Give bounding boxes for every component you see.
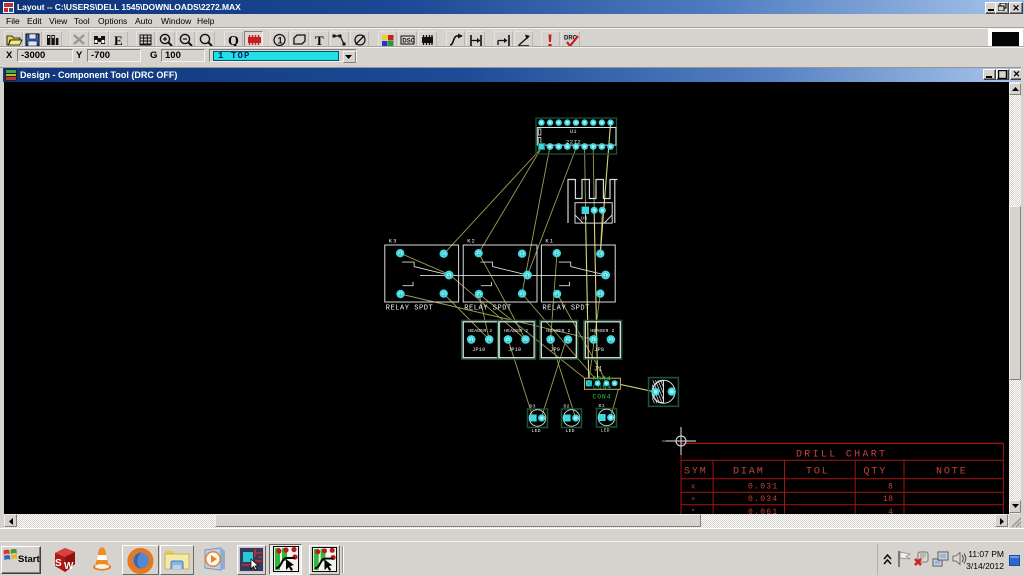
svg-text:HEADER 2: HEADER 2 xyxy=(546,328,570,334)
svg-text:TOL: TOL xyxy=(806,467,830,478)
svg-text:CON4: CON4 xyxy=(593,394,612,401)
svg-text:CON4: CON4 xyxy=(593,376,612,383)
svg-text:E: E xyxy=(114,33,123,47)
svg-text:2: 2 xyxy=(610,338,613,343)
svg-text:18: 18 xyxy=(883,495,894,504)
svg-text:2: 2 xyxy=(399,252,402,257)
svg-text:4: 4 xyxy=(478,293,481,298)
svg-text:JP9: JP9 xyxy=(550,347,560,353)
svg-text:1: 1 xyxy=(448,274,451,279)
svg-text:U1: U1 xyxy=(570,129,577,135)
svg-text:J1: J1 xyxy=(594,366,603,373)
svg-text:HEADER 2: HEADER 2 xyxy=(504,328,528,334)
svg-text:U5: U5 xyxy=(581,216,588,222)
svg-text:2: 2 xyxy=(524,338,527,343)
svg-text:2: 2 xyxy=(477,252,480,257)
svg-text:DSC: DSC xyxy=(402,39,415,45)
svg-text:1: 1 xyxy=(470,338,473,343)
svg-text:NOTE: NOTE xyxy=(936,467,968,478)
svg-text:LED: LED xyxy=(532,428,541,434)
svg-text:2: 2 xyxy=(567,338,570,343)
svg-text:1: 1 xyxy=(278,35,283,45)
svg-text:2272: 2272 xyxy=(566,139,581,146)
svg-text:1: 1 xyxy=(549,338,552,343)
svg-text:5: 5 xyxy=(442,253,445,258)
svg-text:JP10: JP10 xyxy=(472,347,485,353)
svg-text:RELAY SPDT: RELAY SPDT xyxy=(542,305,590,313)
svg-text:1: 1 xyxy=(526,274,529,279)
svg-text:W: W xyxy=(64,561,74,572)
svg-text:5: 5 xyxy=(521,253,524,258)
svg-text:DIAM: DIAM xyxy=(733,467,765,478)
svg-text:D2: D2 xyxy=(564,404,570,410)
svg-text:RELAY SPDT: RELAY SPDT xyxy=(386,305,434,313)
svg-text:3: 3 xyxy=(442,293,445,298)
svg-text:1: 1 xyxy=(592,338,595,343)
svg-text:0.034: 0.034 xyxy=(748,495,779,504)
svg-text:3: 3 xyxy=(521,293,524,298)
svg-text:T: T xyxy=(315,33,324,47)
svg-text:4: 4 xyxy=(556,293,559,298)
svg-text:DRILL CHART: DRILL CHART xyxy=(796,450,887,461)
svg-text:2: 2 xyxy=(488,338,491,343)
svg-text:5: 5 xyxy=(599,253,602,258)
svg-text:Q: Q xyxy=(228,34,239,47)
svg-text:8: 8 xyxy=(888,482,893,491)
svg-text:JP8: JP8 xyxy=(594,347,604,353)
svg-text:2: 2 xyxy=(555,252,558,257)
svg-text:K1: K1 xyxy=(545,238,554,245)
svg-text:K2: K2 xyxy=(467,238,476,245)
svg-text:+: + xyxy=(691,496,696,504)
svg-text:RELAY SPDT: RELAY SPDT xyxy=(464,305,512,313)
svg-text:HEADER 2: HEADER 2 xyxy=(468,328,492,334)
svg-text:HEADER 2: HEADER 2 xyxy=(590,328,614,334)
svg-text:3: 3 xyxy=(599,293,602,298)
svg-text:S: S xyxy=(55,558,62,569)
svg-text:K3: K3 xyxy=(389,238,398,245)
svg-text:D1: D1 xyxy=(599,403,605,409)
svg-text:1: 1 xyxy=(507,338,510,343)
svg-text:1: 1 xyxy=(604,274,607,279)
svg-text:x: x xyxy=(691,483,696,491)
svg-text:D3: D3 xyxy=(530,404,536,410)
svg-text:LED: LED xyxy=(566,428,575,434)
svg-text:LED: LED xyxy=(601,428,610,434)
svg-text:SYM: SYM xyxy=(684,467,708,478)
svg-text:0.031: 0.031 xyxy=(748,482,779,491)
svg-text:JP10: JP10 xyxy=(508,347,521,353)
svg-text:4: 4 xyxy=(399,293,402,298)
svg-text:QTY: QTY xyxy=(864,467,888,478)
